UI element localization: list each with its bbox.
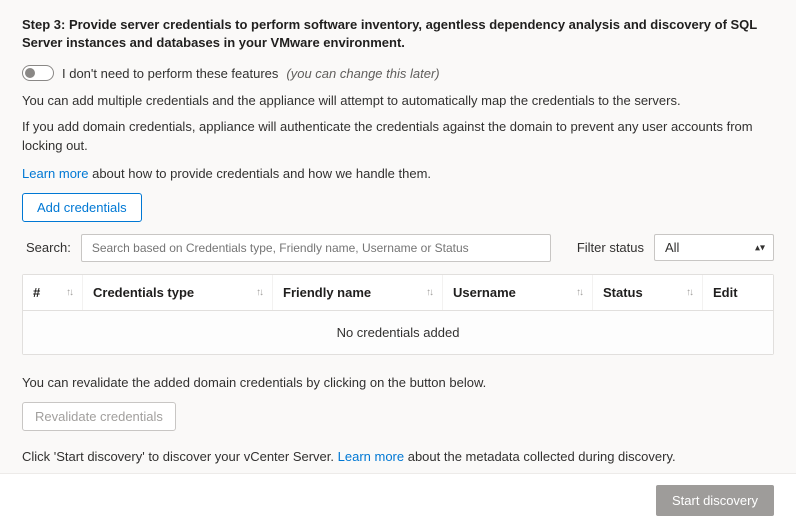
toggle-hint: (you can change this later) [286, 66, 439, 81]
col-status[interactable]: Status ↑↓ [593, 275, 703, 310]
search-label: Search: [26, 240, 71, 255]
sort-icon: ↑↓ [686, 287, 692, 298]
start-discovery-button[interactable]: Start discovery [656, 485, 774, 516]
table-empty-message: No credentials added [23, 311, 773, 354]
filter-status-value: All [665, 240, 679, 255]
col-friendly-name[interactable]: Friendly name ↑↓ [273, 275, 443, 310]
col-username[interactable]: Username ↑↓ [443, 275, 593, 310]
add-credentials-button[interactable]: Add credentials [22, 193, 142, 222]
skip-features-toggle[interactable] [22, 65, 54, 81]
filter-status-select[interactable]: All ▴▾ [654, 234, 774, 261]
footer-bar: Start discovery [0, 473, 796, 527]
col-edit: Edit [703, 275, 773, 310]
credentials-table: # ↑↓ Credentials type ↑↓ Friendly name ↑… [22, 274, 774, 355]
sort-icon: ↑↓ [256, 287, 262, 298]
filter-status-label: Filter status [577, 240, 644, 255]
col-index[interactable]: # ↑↓ [23, 275, 83, 310]
learn-more-link[interactable]: Learn more [22, 166, 88, 181]
discover-note-post: about the metadata collected during disc… [404, 449, 675, 464]
description-2: If you add domain credentials, appliance… [22, 117, 774, 156]
chevron-updown-icon: ▴▾ [755, 242, 765, 253]
toggle-label: I don't need to perform these features [62, 66, 278, 81]
revalidate-credentials-button[interactable]: Revalidate credentials [22, 402, 176, 431]
sort-icon: ↑↓ [576, 287, 582, 298]
col-credentials-type[interactable]: Credentials type ↑↓ [83, 275, 273, 310]
discover-learn-more-link[interactable]: Learn more [338, 449, 404, 464]
discover-note-pre: Click 'Start discovery' to discover your… [22, 449, 338, 464]
sort-icon: ↑↓ [66, 287, 72, 298]
learn-more-rest: about how to provide credentials and how… [88, 166, 431, 181]
sort-icon: ↑↓ [426, 287, 432, 298]
table-header-row: # ↑↓ Credentials type ↑↓ Friendly name ↑… [23, 275, 773, 311]
step-title: Step 3: Provide server credentials to pe… [22, 16, 774, 51]
search-input[interactable] [81, 234, 551, 262]
description-1: You can add multiple credentials and the… [22, 91, 774, 111]
revalidate-note: You can revalidate the added domain cred… [22, 373, 774, 393]
